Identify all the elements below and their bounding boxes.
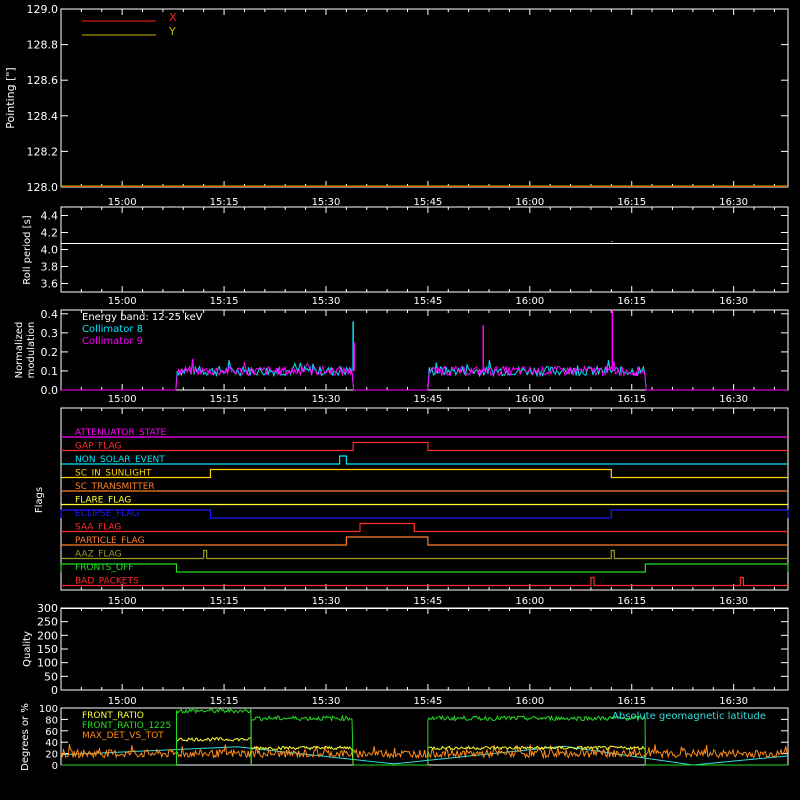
x-tick-label: 16:30 (719, 394, 748, 405)
x-tick-label: 16:00 (515, 696, 544, 707)
y-tick-label: 4.4 (41, 210, 59, 223)
y-tick-label: 129.0 (27, 3, 59, 16)
x-tick-label: 15:45 (413, 296, 442, 307)
pointing-ylabel: Pointing ["] (4, 67, 17, 128)
x-tick-label: 16:15 (617, 596, 646, 607)
legend-x-label: X (169, 11, 177, 24)
x-tick-label: 15:00 (108, 696, 137, 707)
flags-ylabel: Flags (34, 487, 45, 513)
x-tick-label: 15:30 (312, 296, 341, 307)
x-tick-label: 16:30 (719, 696, 748, 707)
x-tick-label: 16:30 (719, 596, 748, 607)
y-tick-label: 100 (39, 704, 58, 715)
x-tick-label: 15:00 (108, 596, 137, 607)
y-tick-label: 0.0 (41, 384, 59, 397)
x-tick-label: 16:15 (617, 197, 646, 208)
pointing-series-group (61, 185, 788, 187)
x-tick-label: 16:15 (617, 394, 646, 405)
x-tick-label: 15:15 (210, 197, 239, 208)
x-tick-label: 15:30 (312, 696, 341, 707)
modulation-ylabel-line2: modulation (26, 322, 37, 379)
x-tick-label: 15:45 (413, 197, 442, 208)
x-tick-label: 16:30 (719, 197, 748, 208)
y-tick-label: 40 (45, 738, 58, 749)
modulation-ylabel-line1: Normalized (14, 322, 25, 379)
y-tick-label: 80 (45, 715, 58, 726)
y-tick-label: 250 (37, 616, 58, 629)
energy-band-annotation: Energy band: 12-25 keV (82, 312, 203, 323)
x-tick-label: 15:15 (210, 296, 239, 307)
legend-front-ratio: FRONT_RATIO (82, 711, 144, 721)
x-tick-label: 15:00 (108, 296, 137, 307)
x-tick-label: 15:15 (210, 596, 239, 607)
x-tick-label: 16:15 (617, 696, 646, 707)
ratios-ylabel: Degrees or % (20, 703, 31, 771)
y-tick-label: 128.0 (27, 181, 59, 194)
x-tick-label: 16:00 (515, 296, 544, 307)
y-tick-label: 128.2 (27, 145, 59, 158)
y-tick-label: 128.4 (27, 110, 59, 123)
x-tick-label: 15:45 (413, 394, 442, 405)
x-tick-label: 15:00 (108, 394, 137, 405)
legend-max-det: MAX_DET_VS_TOT (82, 731, 164, 741)
x-tick-label: 15:00 (108, 197, 137, 208)
x-tick-label: 15:15 (210, 394, 239, 405)
x-tick-label: 15:30 (312, 197, 341, 208)
y-tick-label: 0.2 (41, 346, 59, 359)
legend-front-ratio-1225: FRONT_RATIO_1225 (82, 721, 171, 731)
x-tick-label: 15:45 (413, 596, 442, 607)
roll-ylabel: Roll period [s] (22, 215, 33, 284)
legend-collimator9: Collimator 9 (82, 336, 143, 347)
y-tick-label: 0.1 (41, 365, 59, 378)
y-tick-label: 20 (45, 750, 58, 761)
x-tick-label: 16:00 (515, 596, 544, 607)
geomag-annotation: Absolute geomagnetic latitude (612, 711, 766, 722)
y-tick-label: 0 (52, 761, 58, 772)
x-tick-label: 15:15 (210, 696, 239, 707)
y-tick-label: 60 (45, 727, 58, 738)
y-tick-label: 200 (37, 629, 58, 642)
legend-y-label: Y (168, 25, 176, 38)
y-tick-label: 3.6 (41, 278, 59, 291)
y-tick-label: 0 (51, 684, 58, 697)
x-tick-label: 15:30 (312, 394, 341, 405)
x-tick-label: 16:00 (515, 394, 544, 405)
x-tick-label: 16:00 (515, 197, 544, 208)
y-tick-label: 128.6 (27, 74, 59, 87)
summary-plot-canvas: 129.0 128.8 128.6 128.4 128.2 128.0 15:00 15:1… (0, 0, 800, 800)
y-tick-label: 128.8 (27, 39, 59, 52)
x-tick-label: 15:30 (312, 596, 341, 607)
y-tick-label: 0.3 (41, 327, 59, 340)
y-tick-label: 150 (37, 643, 58, 656)
legend-collimator8: Collimator 8 (82, 324, 143, 335)
quality-ylabel: Quality (22, 631, 33, 667)
y-tick-label: 4.0 (41, 244, 59, 257)
y-tick-label: 100 (37, 657, 58, 670)
x-tick-label: 16:30 (719, 296, 748, 307)
x-tick-label: 16:15 (617, 296, 646, 307)
y-tick-label: 3.8 (41, 261, 59, 274)
y-tick-label: 300 (37, 602, 58, 615)
x-tick-label: 15:45 (413, 696, 442, 707)
y-tick-label: 4.2 (41, 227, 59, 240)
y-tick-label: 0.4 (41, 308, 59, 321)
y-tick-label: 50 (44, 670, 58, 683)
